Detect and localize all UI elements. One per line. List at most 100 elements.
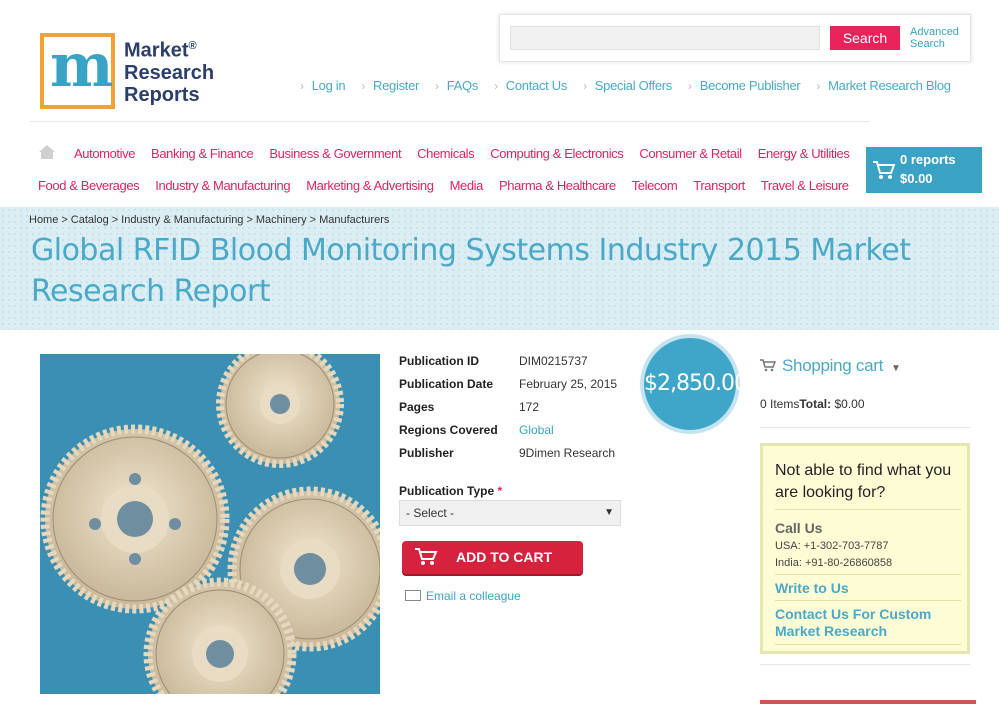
logo-mark: m [40,31,115,109]
price-badge: $2,850.00 [640,334,748,434]
cat-telecom[interactable]: Telecom [632,178,678,193]
category-menu-row1: Automotive Banking & Finance Business & … [74,146,865,161]
gears-illustration [40,354,380,694]
detail-value: 9Dimen Research [519,446,616,460]
breadcrumb-sep: > [61,214,68,226]
cat-pharma[interactable]: Pharma & Healthcare [499,178,616,193]
cat-food[interactable]: Food & Beverages [38,178,140,193]
custom-research-link[interactable]: Contact Us For Custom Market Research [775,606,955,640]
help-box: Not able to find what you are looking fo… [760,443,970,654]
help-divider [775,574,961,575]
cart-total-label: Total: [799,397,832,411]
breadcrumb-manufacturers[interactable]: Manufacturers [319,214,389,226]
cat-chemicals[interactable]: Chemicals [417,146,474,161]
cat-automotive[interactable]: Automotive [74,146,135,161]
help-divider [775,644,961,645]
help-question: Not able to find what you are looking fo… [775,462,952,501]
required-marker: * [497,484,503,498]
detail-value: February 25, 2015 [519,377,618,391]
breadcrumb-sep: > [111,214,119,226]
detail-publication-id: Publication ID DIM0215737 [399,354,639,374]
write-to-us-link[interactable]: Write to Us [775,580,849,596]
header-cart[interactable]: 0 reports $0.00 [866,147,982,193]
nav-login[interactable]: Log in [300,78,346,96]
nav-contact-us[interactable]: Contact Us [494,78,568,96]
cart-items-count: 0 Items [760,397,800,411]
breadcrumb-sep: > [309,214,317,226]
detail-regions: Regions Covered Global [399,423,639,443]
detail-label: Regions Covered [399,423,498,437]
publication-type-label: Publication Type * [399,484,502,498]
cat-travel[interactable]: Travel & Leisure [761,178,849,193]
cat-banking[interactable]: Banking & Finance [151,146,254,161]
help-divider [775,600,961,601]
logo-line3: Reports [124,83,200,106]
envelope-icon [405,590,421,601]
email-colleague-text: Email a colleague [426,589,521,603]
add-to-cart-label: ADD TO CART [456,549,553,565]
cart-total-value: $0.00 [834,397,865,411]
search-button[interactable]: Search [830,26,900,50]
advanced-line1: Advanced [910,26,959,38]
cat-media[interactable]: Media [450,178,484,193]
site-logo[interactable]: m Market® Research Reports [40,31,220,113]
cart-reports: 0 reports [900,152,956,167]
detail-publication-date: Publication Date February 25, 2015 [399,377,639,397]
nav-register[interactable]: Register [361,78,419,96]
cat-business[interactable]: Business & Government [269,146,401,161]
shopping-cart-summary: 0 ItemsTotal: $0.00 [760,397,865,411]
cat-industry[interactable]: Industry & Manufacturing [155,178,290,193]
detail-publisher: Publisher 9Dimen Research [399,446,639,466]
nav-become-publisher[interactable]: Become Publisher [688,78,801,96]
shopping-cart-title: Shopping cart [782,356,884,375]
top-nav: Log in Register FAQs Contact Us Special … [300,78,967,96]
breadcrumb-industry[interactable]: Industry & Manufacturing [121,214,243,226]
logo-line2: Research [124,61,215,84]
phone-usa: USA: +1-302-703-7787 [775,540,889,552]
breadcrumb-machinery[interactable]: Machinery [256,214,307,226]
cat-marketing[interactable]: Marketing & Advertising [306,178,434,193]
chevron-down-icon: ▼ [891,363,901,374]
breadcrumb-catalog[interactable]: Catalog [71,214,109,226]
detail-value: 172 [519,400,540,414]
logo-reg: ® [188,40,197,52]
advanced-line2: Search [910,38,945,50]
logo-line1: Market [124,39,189,62]
publication-type-select[interactable]: - Select - ▼ [399,500,621,526]
sidebar-divider [760,427,970,428]
detail-label: Publication Date [399,377,494,391]
nav-blog[interactable]: Market Research Blog [816,78,951,96]
category-menu-row2: Food & Beverages Industry & Manufacturin… [38,178,865,193]
detail-label: Publisher [399,446,454,460]
detail-pages: Pages 172 [399,400,639,420]
dropdown-arrow-icon: ▼ [604,507,614,518]
nav-special-offers[interactable]: Special Offers [583,78,673,96]
shopping-cart-header[interactable]: Shopping cart ▼ [760,356,901,376]
cart-icon [873,161,896,179]
cat-energy[interactable]: Energy & Utilities [758,146,850,161]
breadcrumb: Home > Catalog > Industry & Manufacturing > Ma… [29,214,389,226]
advanced-search-link[interactable]: Advanced Search [910,26,970,50]
search-input[interactable] [510,26,820,50]
phone-india: India: +91-80-26860858 [775,557,893,569]
cat-computing[interactable]: Computing & Electronics [490,146,624,161]
email-colleague-link[interactable]: Email a colleague [405,589,521,603]
home-icon[interactable] [38,144,56,160]
add-to-cart-button[interactable]: ADD TO CART [402,541,583,574]
cart-total: $0.00 [900,171,933,186]
breadcrumb-sep: > [246,214,253,226]
detail-value: DIM0215737 [519,354,588,368]
cart-small-icon [760,359,776,372]
search-box: Search Advanced Search [499,14,971,62]
cat-consumer[interactable]: Consumer & Retail [639,146,742,161]
help-divider [775,509,961,510]
logo-text: Market® Research Reports [124,35,214,106]
detail-label: Publication ID [399,354,480,368]
sidebar-divider [760,664,970,665]
breadcrumb-home[interactable]: Home [29,214,58,226]
publication-type-text: Publication Type [399,484,495,498]
region-link[interactable]: Global [519,423,554,437]
cat-transport[interactable]: Transport [693,178,745,193]
cart-icon [415,548,438,565]
nav-faqs[interactable]: FAQs [435,78,479,96]
